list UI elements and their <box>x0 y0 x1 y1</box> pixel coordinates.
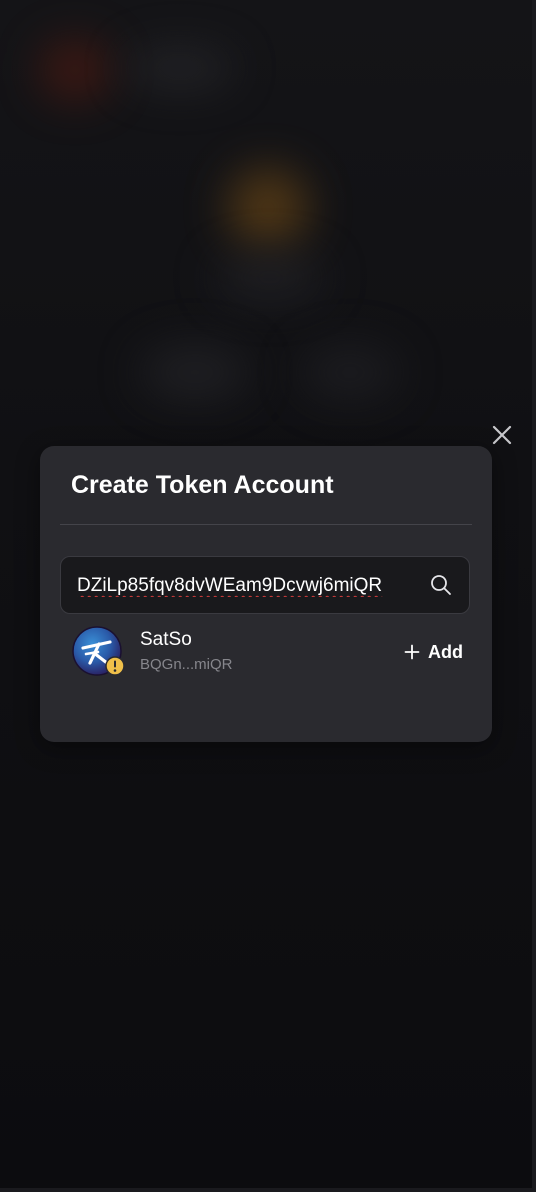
create-token-account-modal: Create Token Account DZiLp85fqv8dvWEam9D… <box>40 446 492 742</box>
token-address: BQGn...miQR <box>140 656 233 673</box>
add-token-button[interactable]: Add <box>398 636 469 668</box>
token-list-item: SatSo BQGn...miQR Add <box>60 622 472 682</box>
modal-title: Create Token Account <box>71 471 334 499</box>
search-input[interactable] <box>77 571 429 601</box>
blurred-token-icon <box>228 168 308 248</box>
token-name: SatSo <box>140 629 192 650</box>
blurred-header-text <box>125 48 235 88</box>
blurred-action-left <box>140 345 250 400</box>
search-icon[interactable] <box>429 573 453 597</box>
blurred-action-right <box>300 345 400 400</box>
search-field <box>60 556 470 614</box>
plus-icon <box>404 644 420 660</box>
token-avatar <box>72 626 125 678</box>
close-icon <box>492 425 512 445</box>
add-button-label: Add <box>428 641 463 662</box>
warning-badge-icon <box>105 656 125 676</box>
close-button[interactable] <box>488 421 516 449</box>
blurred-logo <box>40 40 110 100</box>
divider <box>60 524 472 525</box>
window-edge-right <box>532 0 536 1192</box>
blurred-balance <box>215 255 325 300</box>
window-edge-bottom <box>0 1188 536 1192</box>
